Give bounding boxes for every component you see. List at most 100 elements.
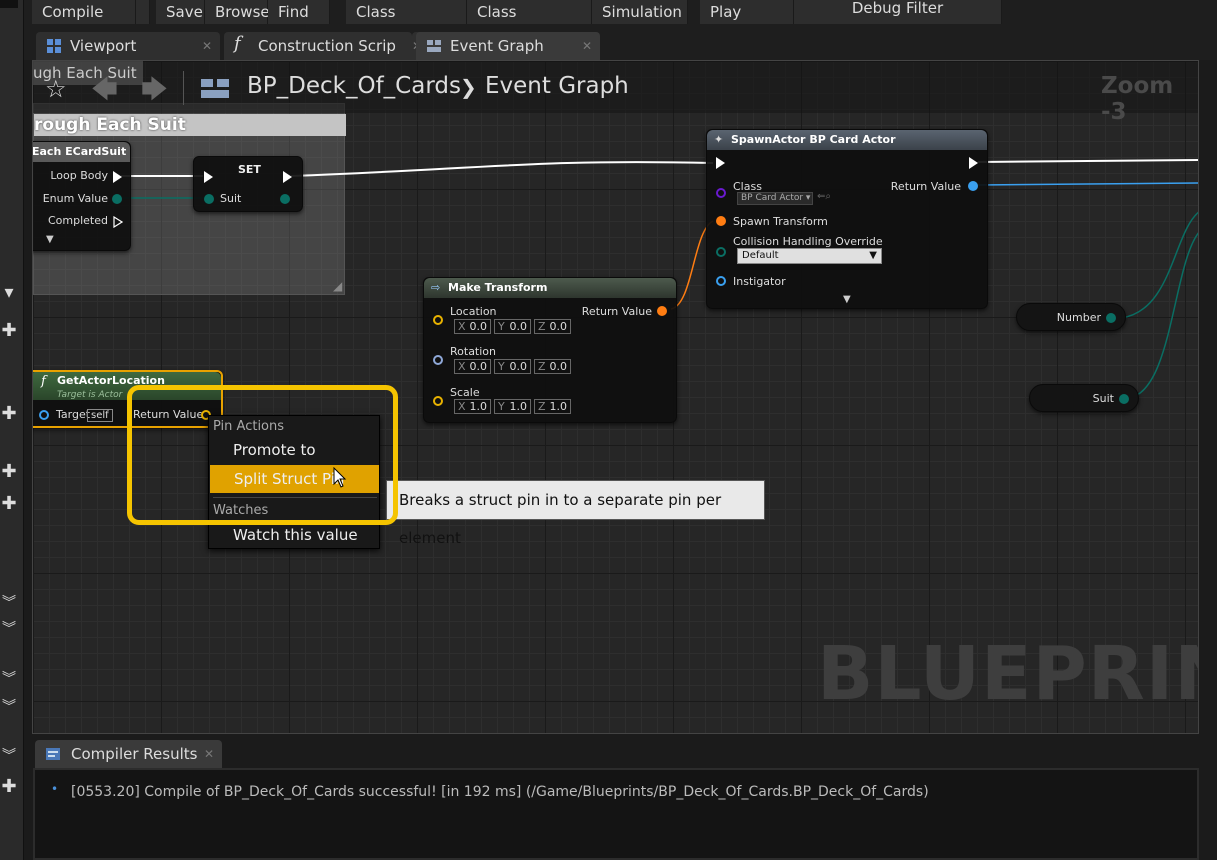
pin-label: Spawn Transform	[733, 215, 828, 228]
location-z-input[interactable]: Z 0.0	[534, 319, 571, 334]
tab-event-graph[interactable]: Event Graph ✕	[416, 32, 600, 60]
axis-label: Y	[498, 400, 505, 413]
expand-arrow-icon[interactable]: ▼	[46, 234, 54, 245]
object-pin-icon[interactable]	[39, 410, 49, 420]
enum-pin-icon[interactable]	[1119, 394, 1129, 404]
object-wire	[977, 182, 1198, 186]
enum-pin-icon[interactable]	[716, 247, 726, 257]
add-icon[interactable]: ✚	[0, 493, 18, 515]
debug-filter[interactable]: Debug Filter	[794, 0, 1002, 24]
tab-label: Compiler Results	[71, 745, 198, 763]
browse-arrow-icon[interactable]: ⇐⌕	[817, 191, 831, 202]
add-icon[interactable]: ✚	[0, 403, 18, 425]
pin-label: Enum Value	[42, 192, 108, 205]
close-icon[interactable]: ✕	[582, 32, 592, 60]
left-panel-strip: ▾ ✚ ✚ ✚ ✚ ︾ ︾ ︾ ︾ ︾ ✚	[0, 0, 24, 860]
transform-pin-icon[interactable]	[657, 306, 667, 316]
compiler-results-icon	[46, 748, 60, 760]
make-transform-node[interactable]: Make Transform ⇨ Return Value Location X…	[423, 277, 677, 423]
enum-pin-icon[interactable]	[1106, 313, 1116, 323]
number-variable-node[interactable]: Number	[1016, 303, 1126, 331]
value: 0.0	[509, 360, 528, 373]
class-defaults-button[interactable]: Class Defaults	[467, 0, 592, 45]
tab-construction-script[interactable]: f Construction Scrip	[224, 32, 412, 60]
expand-arrow-icon[interactable]: ▼	[843, 294, 851, 305]
pin-label: Instigator	[733, 275, 786, 288]
exec-pin-icon[interactable]	[283, 171, 292, 183]
compile-options-button[interactable]	[136, 0, 150, 24]
exec-pin-icon[interactable]	[716, 157, 725, 169]
class-pin-icon[interactable]	[716, 188, 726, 198]
exec-wire	[290, 161, 714, 177]
collapse-arrow-icon[interactable]: ▾	[0, 282, 18, 304]
tab-viewport[interactable]: Viewport ✕	[36, 32, 220, 60]
make-struct-icon: ⇨	[431, 281, 441, 294]
add-icon[interactable]: ✚	[0, 776, 18, 798]
scale-z-input[interactable]: Z 1.0	[534, 399, 571, 414]
axis-label: X	[458, 360, 466, 373]
compile-button[interactable]: Compile	[32, 0, 136, 24]
expand-icon[interactable]: ︾	[0, 696, 18, 718]
object-pin-icon[interactable]	[968, 181, 978, 191]
expand-icon[interactable]: ︾	[0, 618, 18, 640]
vector-pin-icon[interactable]	[433, 315, 443, 325]
play-button[interactable]: Play	[700, 0, 794, 24]
location-y-input[interactable]: Y 0.0	[494, 319, 531, 334]
expand-icon[interactable]: ︾	[0, 745, 18, 767]
object-pin-icon[interactable]	[716, 276, 726, 286]
class-select[interactable]: BP Card Actor ▾	[737, 192, 813, 205]
simulation-button[interactable]: Simulation	[592, 0, 688, 24]
expand-icon[interactable]: ︾	[0, 668, 18, 690]
value: 0.0	[509, 320, 528, 333]
expand-icon[interactable]: ︾	[0, 592, 18, 614]
watch-this-value-item[interactable]: Watch this value	[209, 521, 381, 549]
tab-label: Construction Scrip	[258, 37, 396, 55]
value: 0.0	[469, 360, 488, 373]
exec-pin-icon[interactable]	[204, 171, 213, 183]
exec-pin-icon[interactable]	[113, 216, 123, 228]
suit-variable-node[interactable]: Suit	[1029, 384, 1139, 412]
value: 1.0	[509, 400, 528, 413]
compiler-results-panel: • [0553.20] Compile of BP_Deck_Of_Cards …	[33, 768, 1199, 860]
add-icon[interactable]: ✚	[0, 461, 18, 483]
close-icon[interactable]: ✕	[202, 32, 212, 60]
axis-label: Z	[538, 400, 546, 413]
class-settings-button[interactable]: Class Settings	[346, 0, 467, 45]
axis-label: Y	[498, 320, 505, 333]
set-node[interactable]: SET Suit	[193, 156, 303, 212]
node-title: SpawnActor BP Card Actor	[707, 130, 987, 150]
function-icon: f	[234, 33, 241, 54]
browse-button[interactable]: Browse	[205, 0, 270, 24]
foreach-node[interactable]: Each ECardSuit Loop Body Enum Value Comp…	[33, 141, 131, 251]
rotation-z-input[interactable]: Z 0.0	[534, 359, 571, 374]
rotation-x-input[interactable]: X 0.0	[454, 359, 491, 374]
compiler-message[interactable]: [0553.20] Compile of BP_Deck_Of_Cards su…	[71, 784, 929, 800]
scale-y-input[interactable]: Y 1.0	[494, 399, 531, 414]
enum-pin-icon[interactable]	[204, 194, 214, 204]
spawn-actor-node[interactable]: SpawnActor BP Card Actor ✦ Class BP Card…	[706, 129, 988, 309]
add-icon[interactable]: ✚	[0, 320, 18, 342]
transform-pin-icon[interactable]	[716, 216, 726, 226]
rotator-pin-icon[interactable]	[433, 355, 443, 365]
scale-x-input[interactable]: X 1.0	[454, 399, 491, 414]
exec-pin-icon[interactable]	[113, 171, 122, 183]
collision-dropdown[interactable]: Default ▼	[737, 248, 882, 264]
comment-resize-icon[interactable]: ◢	[333, 279, 342, 293]
axis-label: Z	[538, 320, 546, 333]
save-button[interactable]: Save	[156, 0, 205, 24]
location-x-input[interactable]: X 0.0	[454, 319, 491, 334]
enum-pin-icon[interactable]	[112, 194, 122, 204]
rotation-y-input[interactable]: Y 0.0	[494, 359, 531, 374]
tab-compiler-results[interactable]: Compiler Results ✕	[35, 740, 222, 768]
find-button[interactable]: Find	[268, 0, 330, 24]
close-icon[interactable]: ✕	[204, 740, 214, 768]
value: 0.0	[549, 320, 568, 333]
enum-pin-icon[interactable]	[280, 194, 290, 204]
pin-label: Return Value	[890, 180, 961, 193]
pin-label: Completed	[48, 214, 108, 227]
toolbar: Compile Save Browse Find Class Settings …	[24, 0, 1217, 45]
exec-pin-icon[interactable]	[969, 157, 978, 169]
vector-pin-icon[interactable]	[433, 396, 443, 406]
value: 1.0	[549, 400, 568, 413]
function-icon: f	[41, 374, 46, 389]
